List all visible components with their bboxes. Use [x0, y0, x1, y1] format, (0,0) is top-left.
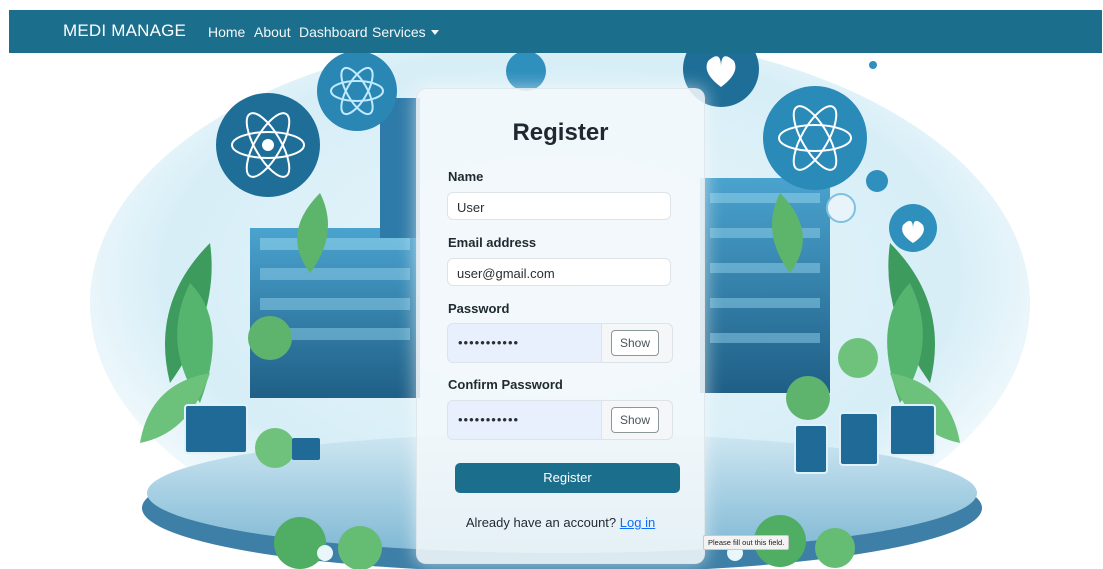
- login-prompt: Already have an account? Log in: [417, 515, 704, 530]
- validation-tooltip: Please fill out this field.: [703, 535, 790, 550]
- page-title: Register: [512, 119, 609, 146]
- register-card: Register Name User Email address user@gm…: [416, 88, 705, 564]
- name-label: Name: [448, 169, 484, 184]
- nav-dashboard-link[interactable]: Dashboard: [299, 24, 368, 40]
- confirm-password-show-button[interactable]: Show: [611, 407, 659, 433]
- password-show-button[interactable]: Show: [611, 330, 659, 356]
- name-input[interactable]: User: [447, 192, 671, 220]
- nav-services-dropdown[interactable]: Services: [372, 24, 439, 40]
- email-input[interactable]: user@gmail.com: [447, 258, 671, 286]
- nav-about-link[interactable]: About: [254, 24, 291, 40]
- confirm-password-input[interactable]: •••••••••••: [458, 412, 519, 427]
- brand-logo[interactable]: MEDI MANAGE: [63, 21, 186, 41]
- top-navbar: MEDI MANAGE Home About Dashboard Service…: [9, 10, 1102, 53]
- password-label: Password: [448, 301, 510, 316]
- register-button[interactable]: Register: [455, 463, 680, 493]
- password-input[interactable]: •••••••••••: [458, 335, 519, 350]
- confirm-password-field-group: ••••••••••• Show: [447, 400, 673, 440]
- password-addon: Show: [601, 324, 672, 362]
- password-field-group: ••••••••••• Show: [447, 323, 673, 363]
- login-prompt-text: Already have an account?: [465, 515, 617, 530]
- login-link[interactable]: Log in: [620, 515, 655, 530]
- email-label: Email address: [448, 235, 537, 250]
- caret-down-icon: [430, 30, 439, 35]
- confirm-password-addon: Show: [601, 401, 672, 439]
- nav-services-label: Services: [372, 24, 426, 40]
- nav-home-link[interactable]: Home: [208, 24, 245, 40]
- confirm-password-label: Confirm Password: [448, 377, 563, 392]
